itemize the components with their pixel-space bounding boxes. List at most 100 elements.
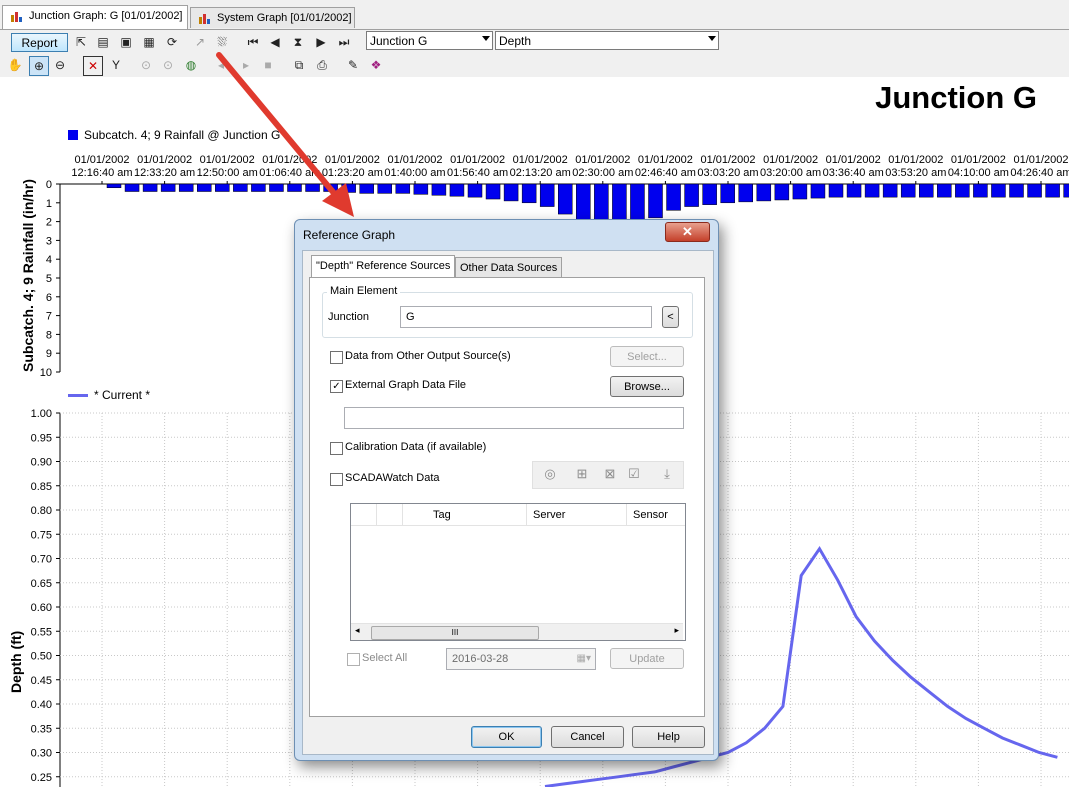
rain-bar	[810, 183, 826, 199]
depth-y-tick-label: 0.85	[31, 481, 52, 493]
rain-y-tick-label: 8	[46, 329, 52, 341]
rain-bar	[919, 183, 934, 198]
depth-y-tick-label: 0.25	[31, 772, 52, 784]
rain-bar	[106, 183, 122, 189]
rain-x-tick-time: 01:23:20 am	[322, 167, 383, 179]
rain-bar	[539, 183, 555, 207]
scada-checkbox[interactable]	[330, 473, 343, 486]
select-all-checkbox[interactable]	[347, 653, 360, 666]
rain-bar	[955, 183, 970, 198]
scada-connect-icon[interactable]: ◎	[540, 464, 560, 484]
ok-button[interactable]: OK	[471, 726, 542, 748]
rain-bar	[973, 183, 988, 198]
external-file-checkbox[interactable]: ✓	[330, 380, 343, 393]
scroll-right-icon[interactable]: ▸	[674, 625, 679, 636]
rain-bar	[359, 183, 374, 194]
rain-bar	[503, 183, 519, 202]
download-icon[interactable]: ⤓	[657, 464, 677, 484]
depth-y-tick-label: 0.75	[31, 529, 52, 541]
main-element-group-title: Main Element	[327, 285, 401, 297]
rain-bar	[197, 183, 212, 192]
rain-x-tick-date: 01/01/2002	[137, 154, 192, 166]
horizontal-scrollbar[interactable]: ◂ III ▸	[351, 623, 683, 640]
remove-tag-icon[interactable]: ⊠	[600, 464, 620, 484]
date-picker[interactable]: 2016-03-28 ▦▾	[446, 648, 596, 670]
rain-bar	[521, 183, 537, 204]
rain-x-tick-date: 01/01/2002	[262, 154, 317, 166]
rain-bar	[720, 183, 735, 204]
scada-label: SCADAWatch Data	[345, 472, 440, 484]
rain-bar	[251, 183, 266, 192]
rain-bar	[395, 183, 411, 194]
rain-bar	[756, 183, 772, 202]
rain-x-tick-date: 01/01/2002	[74, 154, 129, 166]
rain-bar	[991, 183, 1006, 198]
browse-button[interactable]: Browse...	[610, 376, 684, 397]
rain-bar	[485, 183, 501, 200]
rain-bar	[160, 183, 176, 192]
rain-x-tick-time: 03:03:20 am	[697, 167, 758, 179]
scroll-left-icon[interactable]: ◂	[355, 625, 360, 636]
close-button[interactable]: ✕	[665, 222, 710, 242]
grid-header-tag[interactable]: Tag	[403, 504, 527, 526]
depth-y-tick-label: 0.95	[31, 432, 52, 444]
grid-header-server[interactable]: Server	[527, 504, 627, 526]
calibration-label: Calibration Data (if available)	[345, 441, 487, 453]
rain-x-tick-time: 04:26:40 am	[1010, 167, 1069, 179]
pick-element-button[interactable]: <	[662, 306, 679, 328]
rain-bar	[684, 183, 699, 207]
rain-y-tick-label: 9	[46, 348, 52, 360]
rain-bar	[178, 183, 194, 192]
dialog-title: Reference Graph	[303, 228, 396, 242]
grid-header-sensor[interactable]: Sensor	[627, 504, 685, 526]
rain-bar	[449, 183, 465, 197]
tab-other-sources[interactable]: Other Data Sources	[455, 257, 563, 277]
edit-tag-icon[interactable]: ☑	[624, 464, 644, 484]
rain-x-tick-time: 01:56:40 am	[447, 167, 508, 179]
select-button[interactable]: Select...	[610, 346, 684, 367]
rain-x-tick-time: 03:36:40 am	[823, 167, 884, 179]
cancel-button[interactable]: Cancel	[551, 726, 624, 748]
rain-bar	[233, 183, 248, 192]
depth-y-tick-label: 0.60	[31, 602, 52, 614]
rain-x-tick-time: 03:53:20 am	[885, 167, 946, 179]
depth-y-tick-label: 0.90	[31, 457, 52, 469]
external-file-path[interactable]	[344, 407, 684, 429]
add-tag-icon[interactable]: ⊞	[572, 464, 592, 484]
rain-bar	[287, 183, 302, 192]
scroll-thumb[interactable]: III	[371, 626, 539, 640]
rain-x-tick-date: 01/01/2002	[700, 154, 755, 166]
other-output-checkbox[interactable]	[330, 351, 343, 364]
update-button[interactable]: Update	[610, 648, 684, 669]
scada-tags-grid[interactable]: Tag Server Sensor ◂ III ▸	[350, 503, 686, 641]
rain-bar	[305, 183, 320, 192]
rain-x-tick-time: 01:40:00 am	[384, 167, 445, 179]
rain-bar	[215, 183, 230, 192]
rain-x-tick-date: 01/01/2002	[325, 154, 380, 166]
rain-x-tick-date: 01/01/2002	[450, 154, 505, 166]
rain-x-tick-date: 01/01/2002	[826, 154, 881, 166]
grid-header-blank	[351, 504, 377, 526]
depth-y-tick-label: 0.30	[31, 748, 52, 760]
depth-y-tick-label: 0.35	[31, 723, 52, 735]
rain-x-tick-time: 02:46:40 am	[635, 167, 696, 179]
calendar-icon: ▦▾	[576, 653, 591, 664]
help-button[interactable]: Help	[632, 726, 705, 748]
depth-y-tick-label: 0.70	[31, 554, 52, 566]
rain-y-tick-label: 1	[46, 198, 52, 210]
rain-bar	[341, 183, 356, 193]
dialog-body: "Depth" Reference Sources Other Data Sou…	[302, 250, 714, 755]
external-file-label: External Graph Data File	[345, 379, 467, 391]
rain-y-tick-label: 0	[46, 179, 52, 191]
date-value: 2016-03-28	[452, 653, 509, 665]
rain-y-tick-label: 4	[46, 254, 52, 266]
rain-bar	[648, 183, 663, 219]
rain-x-tick-date: 01/01/2002	[200, 154, 255, 166]
junction-field[interactable]: G	[400, 306, 652, 328]
rain-bar	[792, 183, 808, 200]
rain-bar	[269, 183, 284, 192]
rain-x-tick-date: 01/01/2002	[575, 154, 630, 166]
tab-depth-sources[interactable]: "Depth" Reference Sources	[311, 255, 456, 278]
calibration-checkbox[interactable]	[330, 442, 343, 455]
depth-y-tick-label: 0.50	[31, 651, 52, 663]
